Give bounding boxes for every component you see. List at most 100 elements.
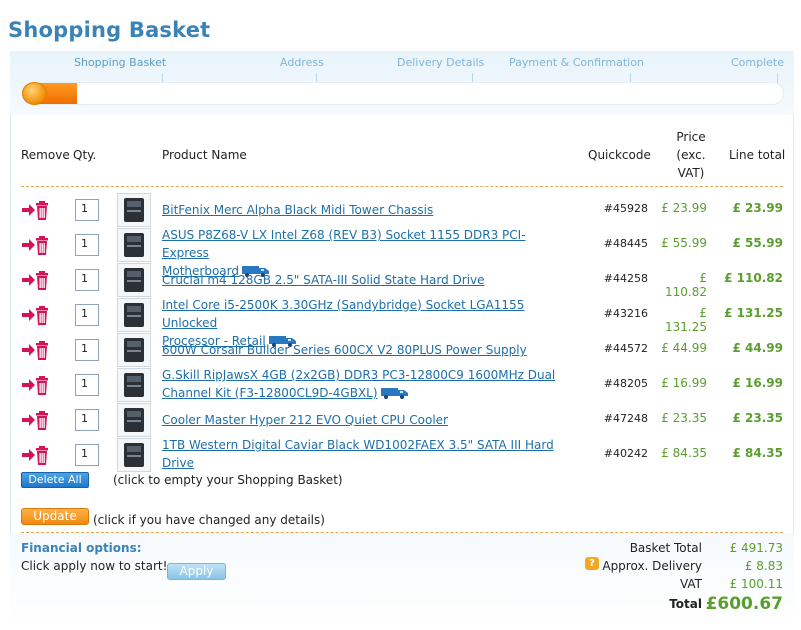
line-total: £ 131.25 (724, 306, 783, 320)
quickcode: #43216 (603, 307, 648, 320)
quickcode: #44258 (603, 272, 648, 285)
header-quickcode: Quickcode (588, 148, 651, 162)
header-price-line1: Price (676, 130, 706, 144)
quantity-input[interactable]: 1 (75, 444, 99, 466)
product-name-link[interactable]: Crucial m4 128GB 2.5" SATA-III Solid Sta… (162, 271, 572, 289)
remove-item-icon[interactable] (21, 269, 49, 291)
update-note: (click if you have changed any details) (93, 513, 325, 527)
unit-price: £ 110.82 (665, 271, 707, 299)
unit-price: £ 44.99 (661, 341, 707, 355)
quantity-input[interactable]: 1 (75, 269, 99, 291)
product-name-text[interactable]: Drive (162, 456, 194, 470)
product-name-line1[interactable]: Intel Core i5-2500K 3.30GHz (Sandybridge… (162, 296, 572, 332)
product-name-text[interactable]: Channel Kit (F3-12800CL9D-4GBXL) (162, 386, 378, 400)
remove-item-icon[interactable] (21, 374, 49, 396)
product-name-line1[interactable]: ASUS P8Z68-V LX Intel Z68 (REV B3) Socke… (162, 226, 572, 262)
quantity-input[interactable]: 1 (75, 374, 99, 396)
header-price-line3: VAT) (677, 166, 705, 180)
table-row: 1 G.Skill RipJawsX 4GB (2x2GB) DDR3 PC3-1… (0, 367, 801, 402)
quantity-input[interactable]: 1 (75, 409, 99, 431)
quickcode: #48205 (603, 377, 648, 390)
table-row: 1 ASUS P8Z68-V LX Intel Z68 (REV B3) Sock… (0, 226, 801, 278)
product-name-line2[interactable]: Drive (162, 454, 572, 472)
product-thumbnail[interactable] (117, 403, 151, 437)
delete-all-note: (click to empty your Shopping Basket) (113, 473, 343, 487)
quickcode: #47248 (603, 412, 648, 425)
progress-track (22, 82, 784, 105)
remove-item-icon[interactable] (21, 409, 49, 431)
table-row: 1 Intel Core i5-2500K 3.30GHz (Sandybridg… (0, 296, 801, 348)
product-name-line1[interactable]: G.Skill RipJawsX 4GB (2x2GB) DDR3 PC3-12… (162, 366, 572, 384)
table-row: 1 1TB Western Digital Caviar Black WD1002… (0, 437, 801, 472)
product-name-line2[interactable]: Channel Kit (F3-12800CL9D-4GBXL) (162, 384, 572, 404)
product-name-link[interactable]: G.Skill RipJawsX 4GB (2x2GB) DDR3 PC3-12… (162, 366, 572, 404)
step-delivery-details: Delivery Details (397, 56, 485, 69)
product-name-link[interactable]: BitFenix Merc Alpha Black Midi Tower Cha… (162, 201, 572, 219)
table-row: 1 Crucial m4 128GB 2.5" SATA-III Solid St… (0, 262, 801, 299)
remove-item-icon[interactable] (21, 199, 49, 221)
remove-item-icon[interactable] (21, 339, 49, 361)
unit-price: £ 55.99 (661, 236, 707, 250)
product-name-link[interactable]: 600W Corsair Builder Series 600CX V2 80P… (162, 341, 572, 359)
page-title: Shopping Basket (8, 18, 211, 42)
total-value: £600.67 (705, 594, 783, 614)
quantity-input[interactable]: 1 (75, 304, 99, 326)
update-button[interactable]: Update (21, 508, 89, 525)
quickcode: #40242 (603, 447, 648, 460)
product-thumbnail[interactable] (117, 333, 151, 367)
line-total: £ 44.99 (732, 341, 783, 355)
total-label: Total (669, 597, 702, 611)
header-price-line2: (exc. (676, 148, 706, 162)
quickcode: #45928 (603, 202, 648, 215)
header-product-name: Product Name (162, 148, 247, 162)
unit-price: £ 23.99 (661, 201, 707, 215)
product-name-link[interactable]: Cooler Master Hyper 212 EVO Quiet CPU Co… (162, 411, 572, 429)
line-total: £ 23.35 (732, 411, 783, 425)
unit-price: £ 131.25 (665, 306, 707, 334)
quickcode: #48445 (603, 237, 648, 250)
line-total: £ 84.35 (732, 446, 783, 460)
unit-price: £ 23.35 (661, 411, 707, 425)
line-total: £ 110.82 (724, 271, 783, 285)
basket-total-value: £ 491.73 (729, 541, 783, 555)
product-thumbnail[interactable] (117, 298, 151, 332)
remove-item-icon[interactable] (21, 444, 49, 466)
product-name-line1[interactable]: 1TB Western Digital Caviar Black WD1002F… (162, 436, 572, 454)
vat-value: £ 100.11 (729, 577, 783, 591)
quantity-input[interactable]: 1 (75, 199, 99, 221)
delivery-label: Approx. Delivery (602, 559, 702, 573)
quantity-input[interactable]: 1 (75, 339, 99, 361)
table-row: 1 600W Corsair Builder Series 600CX V2 80… (0, 332, 801, 367)
basket-total-label: Basket Total (629, 541, 702, 555)
table-row: 1 Cooler Master Hyper 212 EVO Quiet CPU C… (0, 402, 801, 437)
progress-knob (22, 82, 47, 105)
step-complete: Complete (731, 56, 785, 69)
product-name-link[interactable]: 1TB Western Digital Caviar Black WD1002F… (162, 436, 572, 472)
header-line-total: Line total (729, 148, 786, 162)
product-thumbnail[interactable] (117, 193, 151, 227)
step-divider (777, 73, 778, 83)
apply-button[interactable]: Apply (167, 563, 226, 580)
product-thumbnail[interactable] (117, 438, 151, 472)
quickcode: #44572 (603, 342, 648, 355)
delete-all-button[interactable]: Delete All (21, 472, 89, 488)
line-total: £ 23.99 (732, 201, 783, 215)
vat-label: VAT (679, 577, 702, 591)
step-payment-confirmation: Payment & Confirmation (509, 56, 644, 69)
step-address: Address (280, 56, 324, 69)
remove-item-icon[interactable] (21, 234, 49, 256)
header-remove: Remove (21, 148, 70, 162)
step-shopping-basket: Shopping Basket (74, 56, 167, 69)
product-thumbnail[interactable] (117, 228, 151, 262)
product-thumbnail[interactable] (117, 263, 151, 297)
product-thumbnail[interactable] (117, 368, 151, 402)
line-total: £ 55.99 (732, 236, 783, 250)
header-divider (21, 186, 783, 187)
quantity-input[interactable]: 1 (75, 234, 99, 256)
remove-item-icon[interactable] (21, 304, 49, 326)
financial-options-text: Click apply now to start! (21, 559, 168, 573)
financial-options-title: Financial options: (21, 541, 142, 555)
line-total: £ 16.99 (732, 376, 783, 390)
delivery-value: £ 8.83 (744, 559, 783, 573)
header-qty: Qty. (73, 148, 97, 162)
